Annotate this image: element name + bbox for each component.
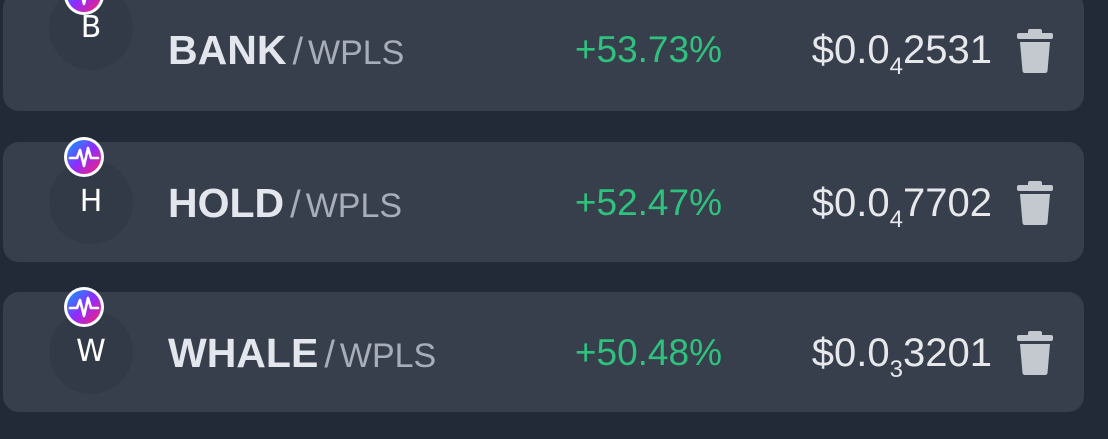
pulsechain-icon — [64, 287, 104, 327]
pair-separator: / — [290, 184, 301, 226]
watchlist-row[interactable]: B BANK / WPLS +53.73% $0.042531 — [3, 0, 1084, 111]
price-zero-count: 4 — [889, 53, 904, 80]
price-digits: 2531 — [903, 28, 992, 72]
token-symbol: HOLD — [168, 180, 285, 226]
pair-separator: / — [292, 31, 303, 73]
quote-symbol: WPLS — [339, 337, 437, 375]
price-prefix: $0.0 — [811, 331, 890, 375]
price-change: +50.48% — [574, 332, 722, 373]
pulsechain-icon — [64, 137, 104, 177]
token-avatar-letter: H — [79, 184, 103, 219]
watchlist-row[interactable]: W WHALE / WPLS +50.48% $0.033201 — [3, 287, 1084, 412]
price-change: +52.47% — [574, 182, 722, 223]
trash-icon[interactable] — [1016, 330, 1054, 376]
price-digits: 7702 — [903, 181, 992, 225]
price-prefix: $0.0 — [811, 28, 890, 72]
price-prefix: $0.0 — [811, 181, 890, 225]
token-symbol: WHALE — [168, 330, 319, 376]
token-avatar-letter: W — [76, 334, 106, 369]
price-zero-count: 3 — [889, 356, 904, 383]
price-digits: 3201 — [903, 331, 992, 375]
trading-pair: WHALE / WPLS — [168, 328, 436, 387]
trading-pair: BANK / WPLS — [168, 25, 404, 84]
quote-symbol: WPLS — [308, 34, 405, 72]
pair-separator: / — [324, 334, 335, 376]
token-price: $0.033201 — [812, 328, 992, 384]
pulsechain-icon — [64, 0, 104, 15]
price-change: +53.73% — [574, 29, 722, 70]
watchlist-row[interactable]: H HOLD / WPLS +52.47% $0.047702 — [3, 137, 1084, 262]
token-price: $0.042531 — [812, 25, 992, 81]
token-price: $0.047702 — [812, 178, 992, 234]
trash-icon[interactable] — [1016, 28, 1054, 74]
watchlist: B BANK / WPLS +53.73% $0.042531 H HOLD / WPL… — [0, 0, 1108, 439]
trading-pair: HOLD / WPLS — [168, 178, 402, 237]
quote-symbol: WPLS — [305, 187, 403, 225]
price-zero-count: 4 — [889, 206, 904, 233]
token-symbol: BANK — [168, 27, 287, 73]
trash-icon[interactable] — [1016, 180, 1054, 226]
